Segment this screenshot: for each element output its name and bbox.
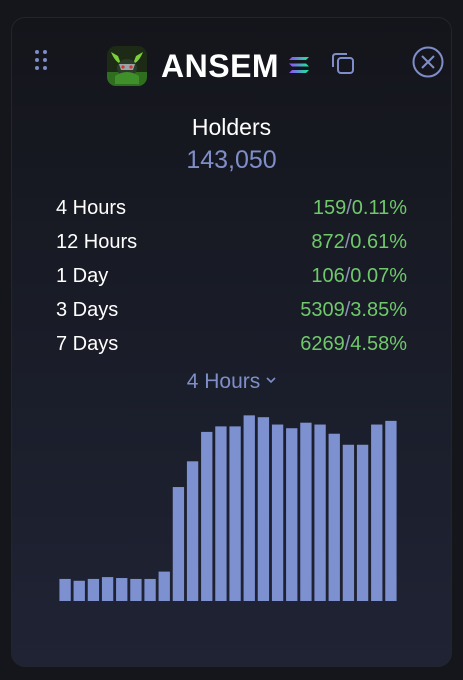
stat-count: 106 — [311, 265, 345, 287]
token-logo — [107, 46, 147, 86]
chart-bar — [300, 422, 312, 601]
chart-bar — [59, 578, 71, 601]
stat-label: 3 Days — [56, 299, 119, 321]
chevron-down-icon — [266, 377, 276, 384]
stat-count: 6269 — [300, 333, 345, 355]
chart-bar — [314, 424, 326, 601]
chart-bar — [243, 415, 255, 601]
stat-value: 159/0.11% — [312, 197, 407, 219]
chart-bar — [328, 433, 340, 601]
period-select-value: 4 Hours — [186, 370, 261, 393]
stat-value: 5309/3.85% — [300, 299, 407, 321]
stat-count: 872 — [311, 231, 345, 253]
holders-bar-chart — [59, 415, 397, 601]
stat-row-12-hours: 12 Hours 872/0.61% — [56, 229, 407, 263]
stat-count: 5309 — [300, 299, 345, 321]
chart-bar — [257, 417, 270, 601]
chart-bar — [201, 431, 213, 601]
stat-row-1-day: 1 Day 106/0.07% — [56, 263, 407, 297]
chart-bar — [286, 428, 298, 601]
chart-bar — [186, 461, 199, 601]
chart-bar — [101, 577, 114, 601]
stat-value: 6269/4.58% — [300, 333, 407, 355]
chart-bar — [73, 580, 85, 601]
stat-count: 159 — [312, 197, 347, 219]
holders-count: 143,050 — [186, 146, 277, 174]
stat-label: 7 Days — [56, 333, 119, 355]
chart-bar — [356, 444, 369, 601]
stat-row-3-days: 3 Days 5309/3.85% — [56, 297, 407, 331]
stat-percent: 0.07% — [350, 265, 407, 287]
token-name: ANSEM — [161, 48, 280, 84]
stat-value: 872/0.61% — [311, 231, 407, 253]
drag-handle-icon[interactable] — [35, 50, 51, 74]
chart-bar — [172, 487, 185, 601]
chart-bar — [144, 578, 156, 601]
stat-percent: 3.85% — [350, 299, 407, 321]
stat-percent: 0.11% — [351, 197, 407, 219]
period-select[interactable]: 4 Hours — [0, 370, 463, 394]
solana-icon — [289, 57, 309, 73]
stat-label: 1 Day — [56, 265, 109, 287]
chart-bar — [385, 420, 397, 601]
chart-bar — [130, 578, 142, 601]
chart-bar — [116, 578, 128, 601]
chart-bar — [87, 578, 100, 601]
stat-row-7-days: 7 Days 6269/4.58% — [56, 331, 407, 365]
copy-icon[interactable] — [330, 50, 356, 76]
holders-label: Holders — [191, 114, 272, 140]
close-icon[interactable] — [412, 46, 444, 78]
chart-bar — [371, 424, 383, 601]
chart-bar — [215, 426, 227, 601]
stat-percent: 0.61% — [350, 231, 407, 253]
stat-value: 106/0.07% — [311, 265, 407, 287]
chart-bar — [342, 444, 355, 601]
chart-bar — [229, 426, 241, 601]
holder-change-stats: 4 Hours 159/0.11% 12 Hours 872/0.61% 1 D… — [56, 195, 407, 365]
stat-row-4-hours: 4 Hours 159/0.11% — [56, 195, 407, 229]
stat-label: 4 Hours — [56, 197, 127, 219]
stat-percent: 4.58% — [350, 333, 407, 355]
chart-bar — [271, 424, 284, 601]
chart-bar — [158, 571, 170, 601]
stat-label: 12 Hours — [56, 231, 138, 253]
